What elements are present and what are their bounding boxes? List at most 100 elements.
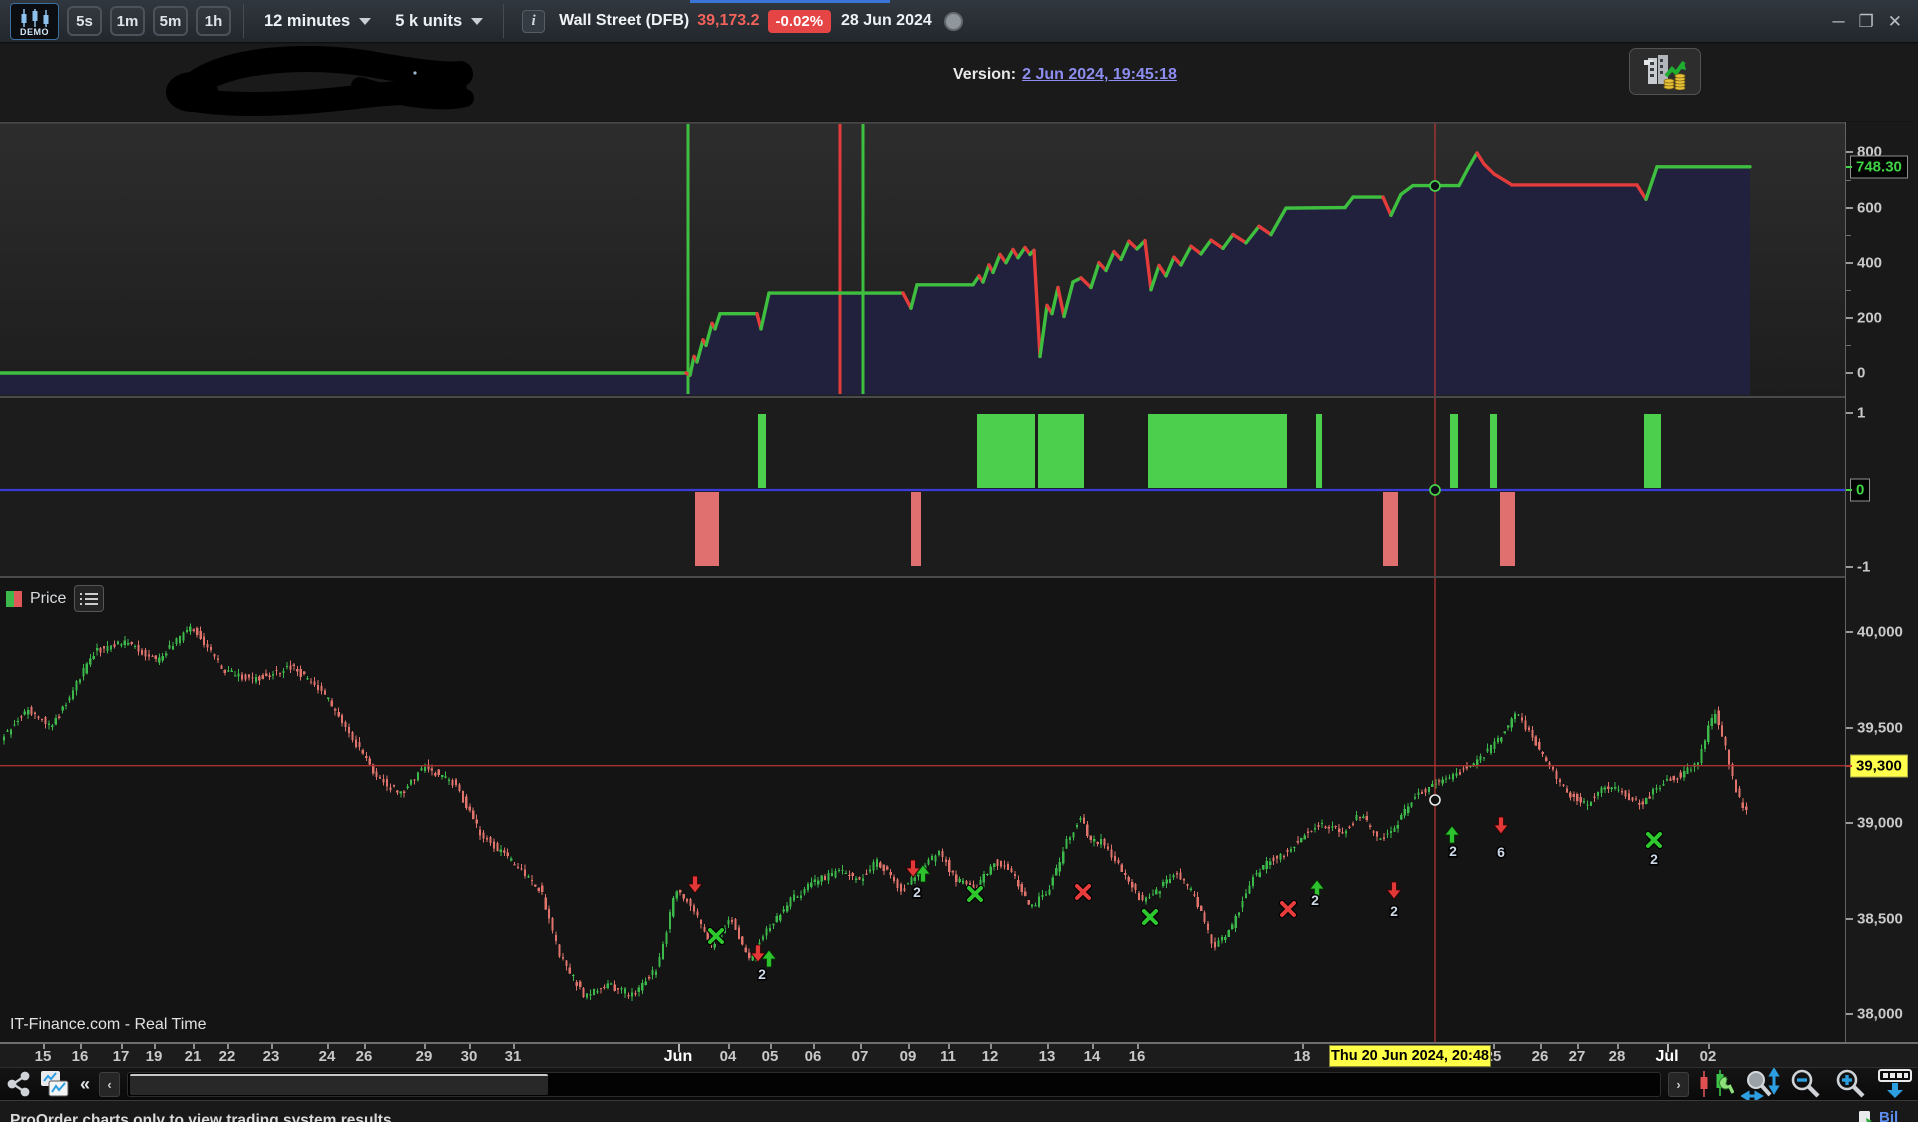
version-row: Version: 2 Jun 2024, 19:45:18 [953, 66, 1177, 84]
x-axis-label: 05 [761, 1048, 779, 1065]
x-axis-tick [1137, 1044, 1139, 1049]
timeframe-5m-button[interactable]: 5m [153, 6, 188, 36]
y-axis-label: 1 [1857, 404, 1866, 422]
x-axis-label: 02 [1699, 1048, 1717, 1065]
chart-windows-icon[interactable] [39, 1069, 71, 1099]
price-legend: Price [6, 585, 105, 612]
y-axis-minor-tick [1846, 180, 1851, 181]
x-axis-label: 16 [71, 1048, 89, 1065]
y-axis-tick [1846, 917, 1853, 920]
x-axis-tick [813, 1044, 815, 1049]
x-axis-label: 18 [1293, 1048, 1311, 1065]
svg-text:2: 2 [913, 884, 921, 900]
timeframe-1h-button[interactable]: 1h [196, 6, 231, 36]
y-axis-minor-tick [1846, 345, 1851, 347]
x-axis-tick [271, 1044, 273, 1049]
x-axis-tick [1092, 1044, 1094, 1049]
show-panel-below-icon[interactable] [1878, 1069, 1912, 1099]
chevron-down-icon [471, 17, 484, 25]
collapse-toolbar-icon[interactable]: « [80, 1074, 90, 1094]
x-axis-tick [154, 1044, 156, 1049]
units-value: 5 k units [395, 11, 463, 30]
x-axis-label: 27 [1568, 1048, 1586, 1065]
x-axis-tick [728, 1044, 730, 1049]
x-axis-label: 28 [1608, 1048, 1626, 1065]
minimize-button[interactable]: ─ [1832, 13, 1844, 30]
instrument-name[interactable]: Wall Street (DFB) [559, 12, 689, 30]
x-axis-label: 30 [460, 1048, 478, 1065]
crosshair-equity-point [1429, 180, 1441, 192]
x-axis-label: 11 [940, 1048, 956, 1065]
x-axis-label: 26 [1531, 1048, 1549, 1065]
scroll-right-button[interactable]: › [1668, 1071, 1689, 1097]
y-axis-tick [1846, 566, 1853, 568]
x-axis-tick [1577, 1044, 1579, 1049]
x-axis-label: 31 [504, 1048, 522, 1065]
x-axis-label: 22 [218, 1048, 236, 1065]
y-axis-label: 200 [1857, 309, 1883, 327]
window-controls: ─ ❐ ✕ [1832, 13, 1908, 30]
scrollbar-thumb[interactable] [130, 1073, 549, 1095]
y-axis-tick [1846, 206, 1853, 209]
units-dropdown[interactable]: 5 k units [387, 12, 491, 31]
corner-link[interactable]: Bil [1858, 1109, 1898, 1122]
x-axis-label: 04 [719, 1048, 737, 1065]
equity-current-value-box: 748.30 [1850, 155, 1908, 179]
close-button[interactable]: ✕ [1888, 13, 1902, 30]
app-logo[interactable]: DEMO [10, 2, 59, 40]
x-axis-label: 19 [145, 1048, 163, 1065]
y-axis-minor-tick [1846, 235, 1851, 237]
x-axis-tick [327, 1044, 329, 1049]
chart-settings-icon[interactable] [1696, 1069, 1734, 1099]
trading-system-report-button[interactable] [1629, 48, 1701, 95]
bottom-toolbar: « ‹ › [0, 1067, 1918, 1100]
y-axis-label: 38,000 [1857, 1005, 1903, 1023]
chart-header: Version: 2 Jun 2024, 19:45:18 [0, 44, 1918, 121]
toolbar-separator [243, 4, 244, 38]
share-icon[interactable] [6, 1071, 32, 1097]
right-price-axis[interactable]: 800 600 400 200 0 748.30 1 -1 0 40,000 39,500 39,00… [1845, 122, 1918, 1042]
datafeed-watermark: IT-Finance.com - Real Time [10, 1016, 207, 1033]
time-axis[interactable]: 15 16 17 19 21 22 23 24 26 29 30 31 Jun 04 05 06 07 09 11 1… [0, 1042, 1918, 1067]
current-value-tick [1846, 166, 1852, 168]
y-axis-label: 600 [1857, 199, 1883, 217]
instrument-price: 39,173.2 [697, 12, 760, 29]
x-axis-tick [80, 1044, 82, 1049]
timeframe-1m-button[interactable]: 1m [110, 6, 145, 36]
x-axis-label: 23 [262, 1048, 280, 1065]
redaction-scribble [166, 46, 474, 116]
x-axis-label: 15 [34, 1048, 52, 1065]
session-date: 28 Jun 2024 [841, 12, 932, 29]
chart-canvas[interactable]: 2 2 2 2 2 6 2 [0, 122, 1845, 1042]
x-axis-tick [990, 1044, 992, 1049]
x-axis-tick [1540, 1044, 1542, 1049]
current-value-tick [1846, 489, 1852, 491]
zoom-out-icon[interactable] [1788, 1068, 1826, 1100]
y-axis-tick [1846, 726, 1853, 729]
x-axis-label: 26 [355, 1048, 373, 1065]
svg-text:2: 2 [1650, 851, 1658, 867]
interval-dropdown[interactable]: 12 minutes [256, 12, 379, 31]
version-link[interactable]: 2 Jun 2024, 19:45:18 [1022, 66, 1177, 83]
svg-text:2: 2 [1311, 892, 1319, 908]
info-icon[interactable]: i [522, 9, 546, 33]
restore-button[interactable]: ❐ [1859, 13, 1874, 30]
chart-scrollbar[interactable] [127, 1071, 1661, 1097]
version-label: Version: [953, 66, 1017, 83]
x-axis-tick [364, 1044, 366, 1049]
x-axis-label: 14 [1083, 1048, 1101, 1065]
proorder-notice: ProOrder charts only to view trading sys… [10, 1112, 392, 1122]
crosshair-position-point [1429, 484, 1441, 496]
y-axis-label: 39,500 [1857, 719, 1903, 736]
indicator-list-button[interactable] [74, 585, 105, 612]
scroll-left-button[interactable]: ‹ [99, 1071, 121, 1097]
current-value-tick [1846, 764, 1852, 767]
zoom-in-icon[interactable] [1833, 1068, 1871, 1100]
trading-app-window: DEMO 5s 1m 5m 1h 12 minutes 5 k units i … [0, 0, 1918, 1122]
timeframe-5s-button[interactable]: 5s [67, 6, 102, 36]
y-axis-label: -1 [1857, 558, 1871, 576]
x-axis-tick [860, 1044, 862, 1049]
x-axis-tick [513, 1044, 515, 1049]
zoom-fit-icon[interactable] [1741, 1068, 1781, 1100]
x-axis-label: 07 [851, 1048, 869, 1065]
